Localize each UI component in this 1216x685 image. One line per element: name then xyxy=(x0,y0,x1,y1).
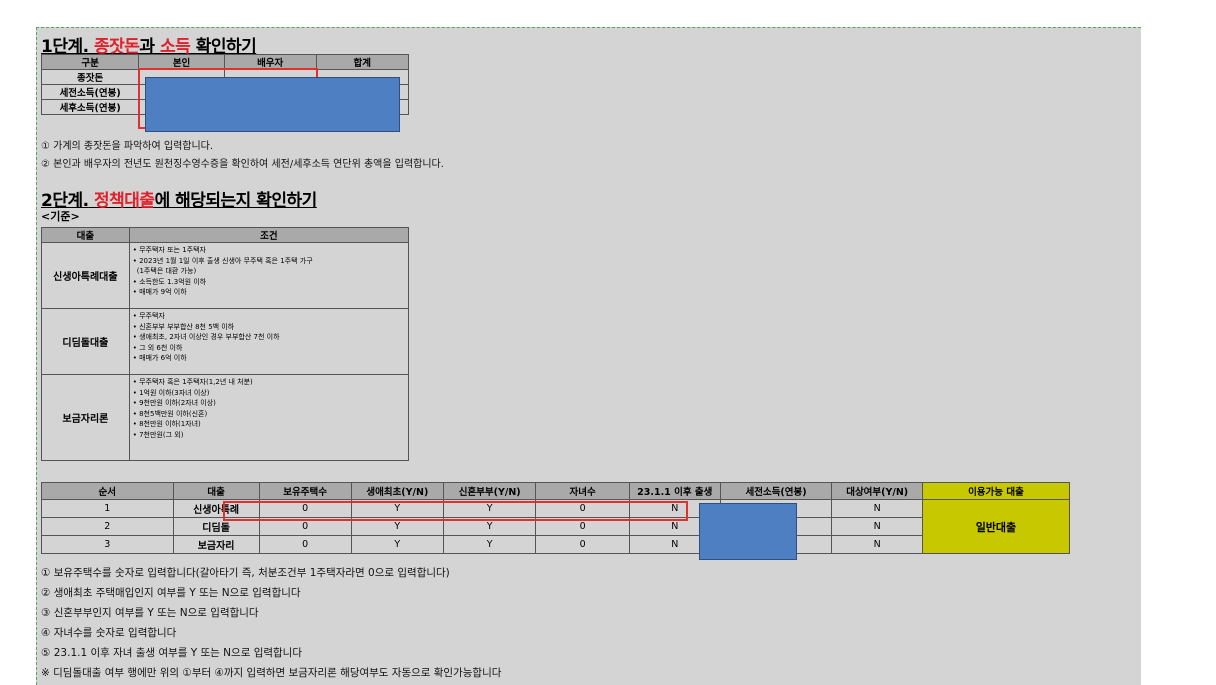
criteria-conditions-newborn: • 무주택자 또는 1주택자 • 2023년 1월 1일 이후 출생 신생아 무… xyxy=(128,242,410,309)
cell-eligible: N xyxy=(831,517,923,536)
spreadsheet-area: 1단계. 종잣돈과 소득 확인하기 구분 본인 배우자 합계 종잣돈 세전소득(… xyxy=(36,27,1141,685)
criteria-loan-newborn: 신생아특례대출 xyxy=(41,242,130,309)
check-header-first-time: 생애최초(Y/N) xyxy=(350,482,445,500)
input-houses[interactable]: 0 xyxy=(258,535,352,554)
row-order: 2 xyxy=(41,517,174,536)
step2-title: 2단계. 정책대출에 해당되는지 확인하기 xyxy=(41,191,317,211)
row-label-seed-money: 종잣돈 xyxy=(40,69,140,85)
cell-eligible: N xyxy=(831,499,923,518)
step2-note-3: ③ 신혼부부인지 여부를 Y 또는 N으로 입력합니다 xyxy=(41,607,259,619)
step2-note-5: ⑤ 23.1.1 이후 자녀 출생 여부를 Y 또는 N으로 입력합니다 xyxy=(41,647,302,659)
step2-note-2: ② 생애최초 주택매입인지 여부를 Y 또는 N으로 입력합니다 xyxy=(41,587,301,599)
cell-eligible: N xyxy=(831,535,923,554)
criteria-loan-didimdol: 디딤돌대출 xyxy=(41,308,130,375)
step2-note-1: ① 보유주택수를 숫자로 입력합니다(갈아타기 즉, 처분조건부 1주택자라면 … xyxy=(41,567,450,579)
row-label-pretax-income: 세전소득(연봉) xyxy=(40,84,140,100)
check-header-pretax-income: 세전소득(연봉) xyxy=(719,482,833,500)
criteria-conditions-didimdol: • 무주택자 • 신혼부부 부부합산 8천 5백 이하 • 생애최초, 2자녀 … xyxy=(128,308,410,375)
criteria-header-loan: 대출 xyxy=(41,227,130,243)
input-children[interactable]: 0 xyxy=(535,535,630,554)
criteria-label: <기준> xyxy=(41,210,80,223)
check-header-available-loan: 이용가능 대출 xyxy=(921,482,1071,500)
check-header-eligible: 대상여부(Y/N) xyxy=(831,482,923,500)
step1-note-1: ① 가계의 종잣돈을 파악하여 입력합니다. xyxy=(41,141,214,152)
check-header-born-after: 23.1.1 이후 출생 xyxy=(628,482,721,500)
input-newlywed[interactable]: Y xyxy=(442,535,537,554)
criteria-loan-bogeumjari: 보금자리론 xyxy=(41,374,130,461)
check-header-children: 자녀수 xyxy=(535,482,630,500)
redacted-values-block xyxy=(145,77,400,132)
row-loan-name: 보금자리 xyxy=(172,535,260,554)
table-row: 3 보금자리 0 Y Y 0 N N xyxy=(41,535,1070,554)
row-order: 3 xyxy=(41,535,174,554)
criteria-header-condition: 조건 xyxy=(128,227,410,243)
header-category: 구분 xyxy=(40,54,140,70)
check-header-loan: 대출 xyxy=(172,482,260,500)
row-label-posttax-income: 세후소득(연봉) xyxy=(40,99,140,115)
check-header-newlywed: 신혼부부(Y/N) xyxy=(442,482,537,500)
criteria-table: 대출 조건 신생아특례대출 • 무주택자 또는 1주택자 • 2023년 1월 … xyxy=(41,227,410,461)
row-order: 1 xyxy=(41,499,174,518)
step2-note-6: ※ 디딤돌대출 여부 행에만 위의 ①부터 ④까지 입력하면 보금자리론 해당여… xyxy=(41,667,502,679)
step2-note-4: ④ 자녀수를 숫자로 입력합니다 xyxy=(41,627,177,639)
header-total: 합계 xyxy=(315,54,410,70)
row1-input-highlight xyxy=(223,501,688,521)
criteria-conditions-bogeumjari: • 무주택자 혹은 1주택자(1,2년 내 처분) • 1억원 이하(3자녀 이… xyxy=(128,374,410,461)
check-header-houses: 보유주택수 xyxy=(258,482,352,500)
step1-note-2: ② 본인과 배우자의 전년도 원천징수영수증을 확인하여 세전/세후소득 연단위… xyxy=(41,159,444,170)
check-header-order: 순서 xyxy=(41,482,174,500)
redacted-income-block xyxy=(699,503,797,560)
input-first-time[interactable]: Y xyxy=(350,535,445,554)
result-available-loan: 일반대출 xyxy=(921,499,1071,554)
